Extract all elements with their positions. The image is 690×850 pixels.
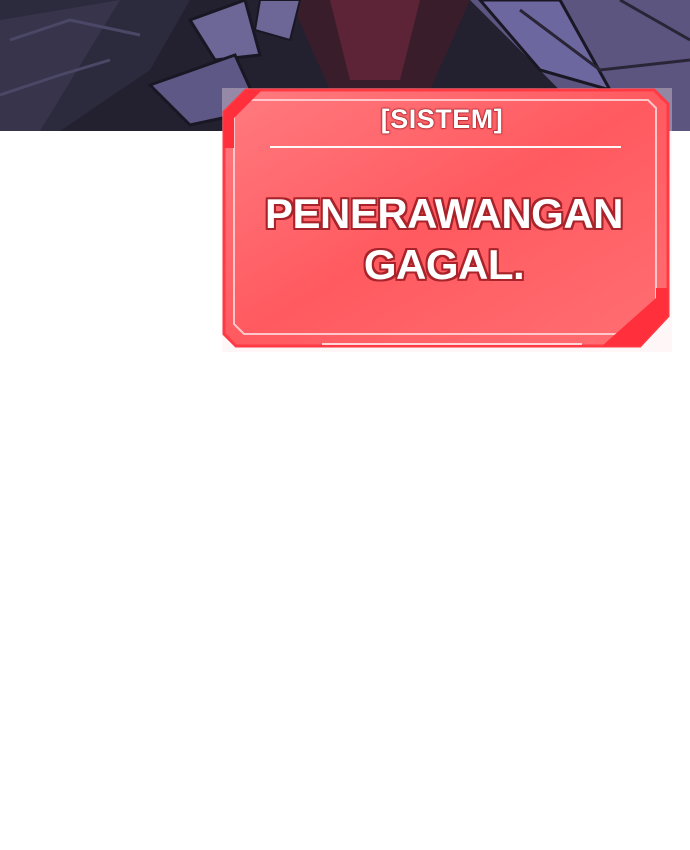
message-line-2: GAGAL. xyxy=(363,241,525,288)
system-notification-window: [SISTEM] PENERAWANGAN GAGAL. xyxy=(222,88,672,352)
title-divider xyxy=(270,146,621,148)
comic-page: [SISTEM] PENERAWANGAN GAGAL. xyxy=(0,0,690,850)
message-line-1: PENERAWANGAN xyxy=(264,190,624,237)
system-message: PENERAWANGAN GAGAL. xyxy=(226,188,662,290)
system-title: [SISTEM] xyxy=(380,104,504,135)
